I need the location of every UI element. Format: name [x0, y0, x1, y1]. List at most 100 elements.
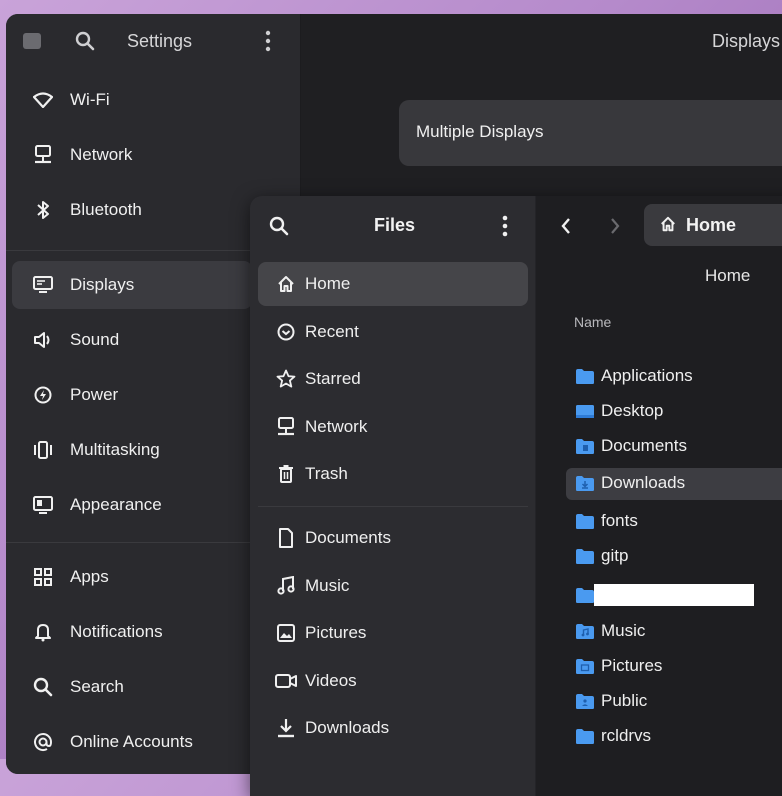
file-name: gitp [601, 546, 629, 565]
sidebar-item-label: Wi-Fi [70, 90, 110, 109]
folder-icon [575, 548, 595, 570]
file-name: fonts [601, 511, 638, 530]
sidebar-item-label: Power [70, 385, 119, 404]
picture-icon [275, 622, 297, 644]
path-label: Home [686, 215, 737, 235]
sidebar-item-apps[interactable]: Apps [12, 553, 252, 601]
places-item-network[interactable]: Network [258, 405, 528, 449]
sidebar-item-wifi[interactable]: Wi-Fi [12, 76, 252, 124]
settings-title: Settings [127, 31, 193, 51]
file-name: Music [601, 621, 646, 640]
sidebar-item-bluetooth[interactable]: Bluetooth [12, 186, 252, 234]
file-row[interactable]: Music [566, 616, 782, 648]
sidebar-item-sound[interactable]: Sound [12, 316, 252, 364]
settings-menu-icon[interactable] [264, 29, 272, 58]
power-icon [32, 384, 54, 406]
files-menu-icon[interactable] [501, 214, 509, 243]
sidebar-item-appearance[interactable]: Appearance [12, 481, 252, 529]
places-item-label: Network [305, 417, 368, 436]
file-row-redacted[interactable] [566, 580, 782, 612]
folder-icon [575, 728, 595, 750]
places-item-label: Documents [305, 528, 391, 547]
music-folder-icon [575, 623, 595, 645]
sidebar-item-label: Notifications [70, 622, 163, 641]
places-item-recent[interactable]: Recent [258, 310, 528, 354]
places-item-trash[interactable]: Trash [258, 452, 528, 496]
places-item-label: Pictures [305, 623, 367, 642]
file-row[interactable]: Pictures [566, 651, 782, 683]
files-content: Home Home Name Applications Desktop Docu… [536, 196, 782, 796]
places-item-label: Recent [305, 322, 359, 341]
sidebar-item-network[interactable]: Network [12, 131, 252, 179]
file-row[interactable]: fonts [566, 506, 782, 538]
sidebar-item-notifications[interactable]: Notifications [12, 608, 252, 656]
search-icon[interactable] [269, 216, 289, 241]
home-icon [660, 216, 676, 237]
file-row[interactable]: gitp [566, 541, 782, 573]
row-label: Multiple Displays [416, 122, 544, 141]
network-icon [275, 416, 297, 438]
sidebar-item-label: Displays [70, 275, 135, 294]
bluetooth-icon [32, 199, 54, 221]
file-name: Desktop [601, 401, 664, 420]
places-item-videos[interactable]: Videos [258, 659, 528, 703]
public-folder-icon [575, 693, 595, 715]
column-header-name[interactable]: Name [574, 314, 611, 330]
back-button[interactable] [554, 214, 578, 238]
sidebar-item-label: Multitasking [70, 440, 160, 459]
places-item-downloads[interactable]: Downloads [258, 706, 528, 750]
sidebar-item-multitasking[interactable]: Multitasking [12, 426, 252, 474]
places-item-music[interactable]: Music [258, 564, 528, 608]
files-title: Files [374, 215, 416, 235]
sidebar-item-label: Appearance [70, 495, 162, 514]
search-icon[interactable] [74, 30, 96, 57]
sidebar-item-displays[interactable]: Displays [12, 261, 252, 309]
file-row[interactable]: Desktop [566, 396, 782, 428]
sidebar-item-label: Network [70, 145, 133, 164]
apps-icon [32, 566, 54, 588]
file-row[interactable]: Applications [566, 361, 782, 393]
desktop-folder-icon [575, 403, 595, 425]
file-row-selected[interactable]: Downloads [566, 468, 782, 500]
file-row[interactable]: Public [566, 686, 782, 718]
files-header: Files [250, 196, 535, 254]
sidebar-item-label: Search [70, 677, 124, 696]
recent-icon [275, 321, 297, 343]
folder-icon [575, 368, 595, 390]
redacted-name [594, 584, 754, 606]
sidebar-item-search[interactable]: Search [12, 663, 252, 711]
settings-header: Settings [6, 14, 300, 70]
star-icon [275, 368, 297, 390]
places-item-label: Trash [305, 464, 348, 483]
multiple-displays-row[interactable]: Multiple Displays [399, 100, 782, 166]
music-icon [275, 575, 297, 597]
appearance-icon [32, 494, 54, 516]
sidebar-item-label: Bluetooth [70, 200, 142, 219]
bell-icon [32, 621, 54, 643]
settings-app-icon [23, 33, 41, 49]
sidebar-item-power[interactable]: Power [12, 371, 252, 419]
home-icon [275, 273, 297, 295]
file-name: Pictures [601, 656, 663, 675]
file-row[interactable]: Documents [566, 431, 782, 463]
file-name: Public [601, 691, 648, 710]
documents-folder-icon [575, 438, 595, 460]
file-name: Applications [601, 366, 693, 385]
forward-button[interactable] [603, 214, 627, 238]
files-window: Files Home Recent Starred Network Trash [250, 196, 782, 796]
at-icon [32, 731, 54, 753]
file-row[interactable]: rcldrvs [566, 721, 782, 753]
files-sidebar: Files Home Recent Starred Network Trash [250, 196, 535, 796]
places-item-pictures[interactable]: Pictures [258, 611, 528, 655]
places-item-label: Downloads [305, 718, 390, 737]
places-item-documents[interactable]: Documents [258, 516, 528, 560]
places-item-starred[interactable]: Starred [258, 357, 528, 401]
sidebar-item-label: Online Accounts [70, 732, 193, 751]
path-bar[interactable]: Home [644, 204, 782, 246]
file-name: Documents [601, 436, 687, 455]
sidebar-item-label: Apps [70, 567, 109, 586]
sound-icon [32, 329, 54, 351]
places-item-home[interactable]: Home [258, 262, 528, 306]
sidebar-item-label: Sound [70, 330, 120, 349]
network-icon [32, 144, 54, 166]
